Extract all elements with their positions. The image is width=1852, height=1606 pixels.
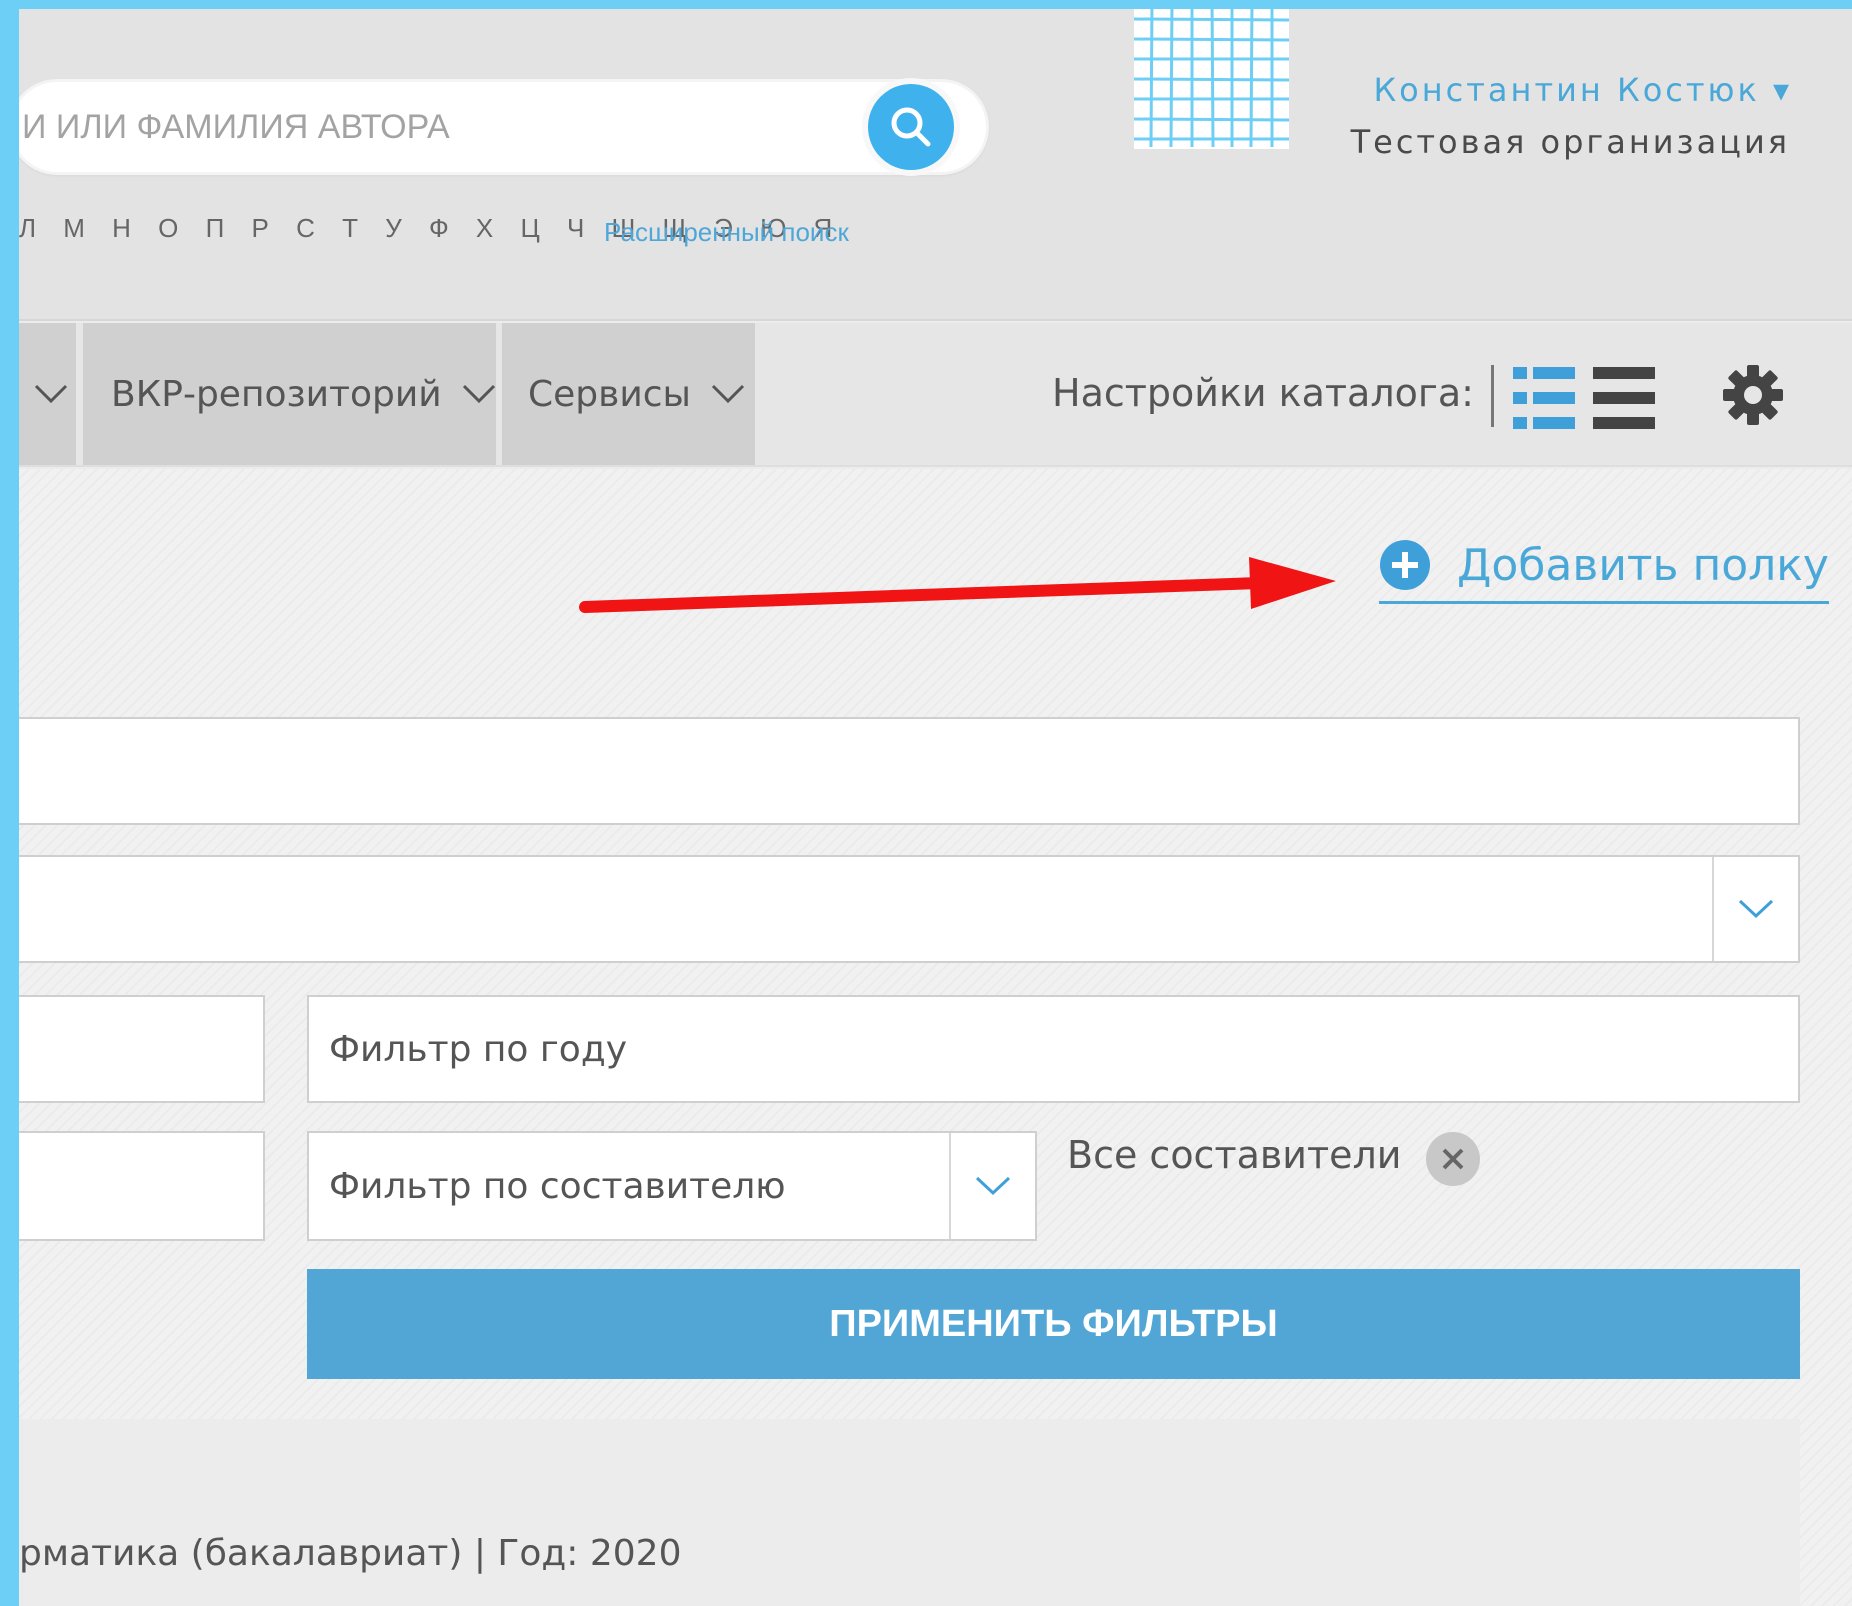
plus-circle-icon [1380,540,1430,590]
compiler-filter-input[interactable] [309,1133,1035,1239]
nav-item-services[interactable]: Сервисы [499,323,755,465]
compiler-filter-toggle[interactable] [949,1133,1035,1239]
add-shelf-label: Добавить полку [1457,539,1829,591]
compiler-filter-select[interactable] [307,1131,1037,1241]
nav-item-label: Сервисы [528,373,691,415]
left-filter-input-1[interactable] [19,997,263,1101]
chevron-down-icon [975,1176,1011,1196]
category-select-toggle[interactable] [1712,857,1798,961]
year-filter-input[interactable] [309,997,1798,1101]
advanced-search-link[interactable]: Расширенный поиск [604,217,849,248]
catalog-settings-label: Настройки каталога: [1052,371,1474,415]
add-shelf-link[interactable]: Добавить полку [1379,539,1829,604]
year-filter-field[interactable] [307,995,1800,1103]
detailed-list-view-icon[interactable] [1513,367,1575,429]
header: Л М Н О П Р С Т У Ф Х Ц Ч Ш Щ Э Ю Я Расш… [19,9,1852,321]
left-filter-field-2[interactable] [19,1131,265,1241]
apply-filters-button[interactable]: ПРИМЕНИТЬ ФИЛЬТРЫ [307,1269,1800,1379]
search-button[interactable] [862,78,960,176]
chevron-down-icon [34,384,68,404]
compilers-chip-label: Все составители [1067,1133,1402,1177]
gear-icon[interactable] [1721,363,1785,427]
nav-item-previous[interactable] [19,323,76,465]
view-separator [1491,365,1494,427]
title-filter-field[interactable] [19,717,1800,825]
left-filter-input-2[interactable] [19,1133,263,1239]
nav-item-vkr-repository[interactable]: ВКР-репозиторий [80,323,496,465]
result-card: рматика (бакалавриат) | Год: 2020 [19,1419,1800,1606]
organization-name: Тестовая организация [1350,123,1790,161]
left-filter-field-1[interactable] [19,995,265,1103]
result-meta: рматика (бакалавриат) | Год: 2020 [19,1533,682,1574]
search-icon [891,107,931,147]
main-navigation: ВКР-репозиторий Сервисы Настройки катало… [19,323,1852,467]
category-select[interactable] [19,855,1800,963]
nav-item-label: ВКР-репозиторий [111,373,442,415]
chevron-down-icon [1738,899,1774,919]
page: Л М Н О П Р С Т У Ф Х Ц Ч Ш Щ Э Ю Я Расш… [19,9,1852,1606]
logo-grid-icon [1134,9,1289,149]
search-input[interactable] [22,82,872,172]
title-filter-input[interactable] [19,719,1798,823]
chevron-down-icon [462,384,495,404]
annotation-arrow [579,557,1336,613]
clear-compilers-icon[interactable] [1425,1131,1481,1187]
chevron-down-icon [711,384,745,404]
catalog-content: Добавить полку Фильтр по году Фильтр по … [19,469,1852,1606]
compact-list-view-icon[interactable] [1593,367,1655,429]
search-bar [19,78,989,176]
user-name-dropdown[interactable]: Константин Костюк ▾ [1373,71,1792,109]
